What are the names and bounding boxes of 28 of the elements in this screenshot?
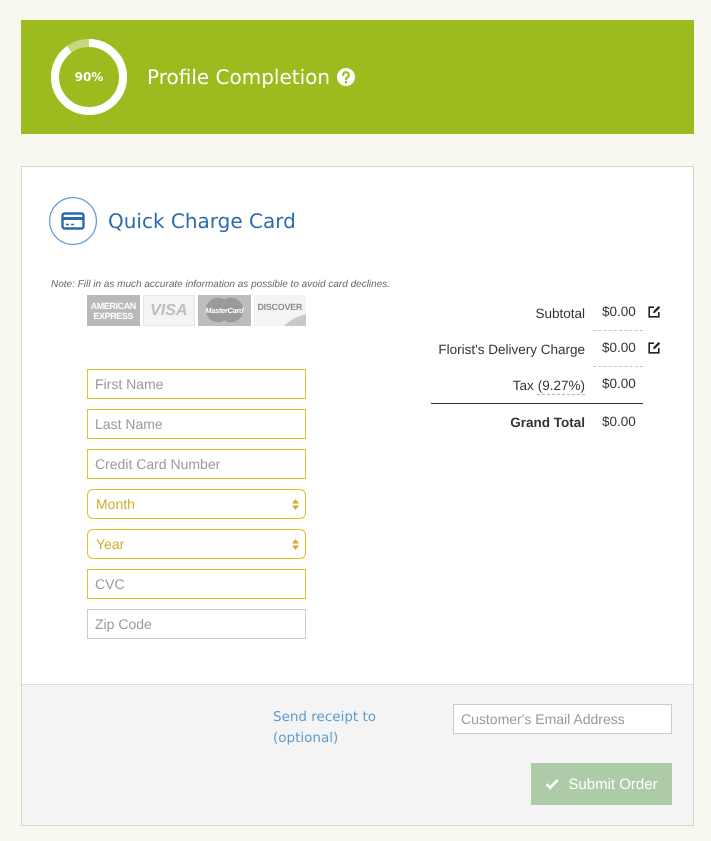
select-arrows-icon bbox=[292, 538, 299, 550]
input-field[interactable]: First Name bbox=[87, 369, 306, 399]
progress-percent: 90% bbox=[74, 70, 104, 84]
header-title: Profile Completion bbox=[147, 65, 330, 89]
summary-label: Subtotal bbox=[535, 306, 585, 320]
input-field[interactable]: Zip Code bbox=[87, 609, 306, 639]
note-text: Note: Fill in as much accurate information as possible to avoid card declines. bbox=[51, 279, 392, 291]
input-field[interactable]: CVC bbox=[87, 569, 306, 599]
summary-amount[interactable]: $0.00 bbox=[593, 304, 643, 331]
card-brand-logo: DISCOVER bbox=[254, 295, 306, 326]
summary-label: Tax bbox=[512, 378, 534, 392]
credit-card-icon bbox=[49, 197, 97, 245]
card-brand-logo: AMERICAN EXPRESS bbox=[87, 295, 140, 326]
receipt-label: Send receipt to (optional) bbox=[273, 708, 378, 748]
select-arrows-icon bbox=[292, 498, 299, 510]
input-field[interactable]: Last Name bbox=[87, 409, 306, 439]
input-field[interactable]: Credit Card Number bbox=[87, 449, 306, 479]
grand-total-amount: $0.00 bbox=[601, 414, 637, 431]
summary-amount[interactable]: $0.00 bbox=[593, 340, 643, 367]
edit-icon[interactable] bbox=[648, 305, 661, 318]
tax-rate[interactable]: (9.27%) bbox=[538, 378, 585, 392]
check-icon bbox=[545, 778, 560, 790]
summary-amount: $0.00 bbox=[601, 376, 637, 393]
summary-label: Florist's Delivery Charge bbox=[438, 342, 585, 356]
edit-icon[interactable] bbox=[648, 341, 661, 354]
email-field[interactable]: Customer's Email Address bbox=[453, 704, 672, 734]
grand-total-label: Grand Total bbox=[510, 415, 585, 430]
section-title: Quick Charge Card bbox=[108, 209, 296, 233]
